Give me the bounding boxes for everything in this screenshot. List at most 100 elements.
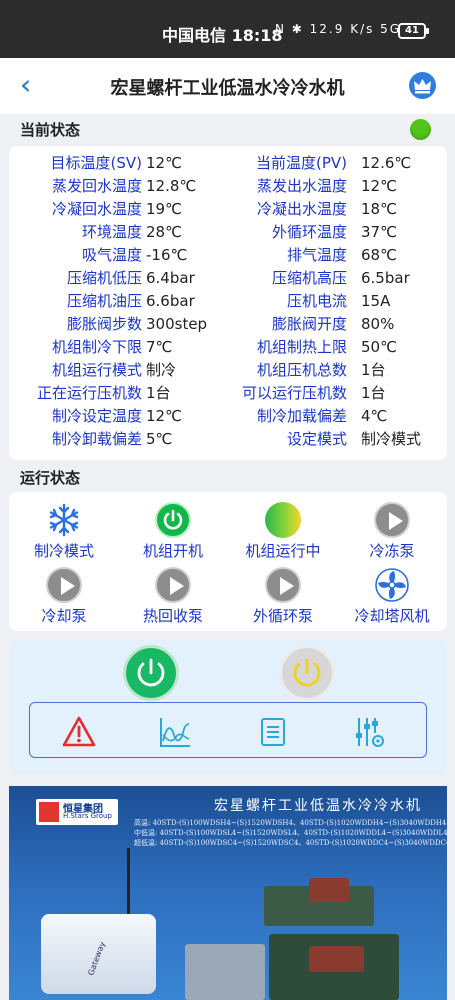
alarm-warning-icon[interactable] [62, 715, 96, 749]
power-on-button[interactable] [126, 648, 176, 698]
param-value: 12.8℃ [146, 177, 197, 195]
gateway-device-image: Gateway [41, 914, 156, 994]
param-value: 300step [146, 315, 208, 333]
param-row: 环境温度 28℃ 外循环温度 37℃ [9, 221, 447, 244]
run-status-card: 制冷模式 机组开机 机组运行中 冷冻泵 冷却泵 热回收泵 外循环泵 冷却塔风机 [9, 492, 447, 631]
online-status-indicator [410, 119, 431, 140]
pump-icon [265, 567, 301, 603]
param-label: 压机电流 [286, 292, 347, 310]
param-value: 50℃ [361, 338, 397, 356]
run-item-label: 机组运行中 [245, 542, 321, 560]
brand-logo-mark [39, 802, 59, 822]
run-item-label: 机组开机 [142, 542, 203, 560]
settings-sliders-icon[interactable] [352, 715, 386, 749]
param-label: 膨胀阀步数 [66, 315, 142, 333]
run-item-tower-fan: 冷却塔风机 [337, 567, 447, 626]
param-value: 7℃ [146, 338, 173, 356]
param-label: 机组制冷下限 [51, 338, 142, 356]
param-label: 制冷设定温度 [51, 407, 142, 425]
param-value: 制冷 [146, 361, 177, 379]
running-icon [265, 502, 301, 538]
param-value: 5℃ [146, 430, 173, 448]
chiller-unit-image [185, 944, 265, 1000]
system-status-bar: 中国电信 18:18 N ✱ 12.9 K/s 5G 41 [0, 0, 455, 58]
param-label: 机组压机总数 [256, 361, 347, 379]
param-label: 冷凝回水温度 [51, 200, 142, 218]
product-banner: 恒星集团 H.Stars Group 宏星螺杆工业低温水冷冷水机 高温: 40S… [9, 786, 447, 1000]
status-icons: N ✱ 12.9 K/s 5G [275, 22, 402, 36]
banner-title: 宏星螺杆工业低温水冷冷水机 [214, 798, 422, 814]
brand-logo: 恒星集团 H.Stars Group [36, 799, 118, 825]
run-item-label: 冷却泵 [41, 607, 87, 625]
param-value: 28℃ [146, 223, 182, 241]
document-list-icon[interactable] [256, 715, 290, 749]
param-label: 设定模式 [286, 430, 347, 448]
param-value: -16℃ [146, 246, 188, 264]
param-label: 压缩机油压 [66, 292, 142, 310]
param-label: 外循环温度 [271, 223, 347, 241]
battery-icon: 41 [398, 23, 429, 39]
power-off-button[interactable] [282, 648, 332, 698]
run-item-cooling-pump: 冷却泵 [9, 567, 119, 626]
param-row: 机组制冷下限 7℃ 机组制热上限 50℃ [9, 336, 447, 359]
run-item-chilled-pump: 冷冻泵 [337, 502, 447, 561]
param-row: 正在运行压机数 1台 可以运行压机数 1台 [9, 382, 447, 405]
param-row: 制冷设定温度 12℃ 制冷加载偏差 4℃ [9, 405, 447, 428]
chiller-compressor-image [309, 878, 349, 902]
crown-icon[interactable] [409, 72, 436, 99]
curve-chart-icon[interactable] [158, 715, 192, 749]
param-label: 排气温度 [286, 246, 347, 264]
param-label: 蒸发出水温度 [256, 177, 347, 195]
banner-spec-line: 中低温: 40STD-(S)100WDSL4~(S)1520WDSL4、40ST… [134, 829, 447, 837]
antenna-image [127, 848, 130, 918]
param-row: 膨胀阀步数 300step 膨胀阀开度 80% [9, 313, 447, 336]
param-value: 12℃ [146, 154, 182, 172]
pump-icon [155, 567, 191, 603]
param-value: 37℃ [361, 223, 397, 241]
run-item-unit-on: 机组开机 [118, 502, 228, 561]
param-label: 制冷卸载偏差 [51, 430, 142, 448]
chiller-compressor-image [309, 946, 364, 972]
control-panel [9, 640, 447, 774]
param-row: 压缩机低压 6.4bar 压缩机高压 6.5bar [9, 267, 447, 290]
param-row: 冷凝回水温度 19℃ 冷凝出水温度 18℃ [9, 198, 447, 221]
param-row: 蒸发回水温度 12.8℃ 蒸发出水温度 12℃ [9, 175, 447, 198]
parameter-card: 目标温度(SV) 12℃ 当前温度(PV) 12.6℃ 蒸发回水温度 12.8℃ 蒸发出水… [9, 146, 447, 460]
run-item-running: 机组运行中 [228, 502, 338, 561]
current-status-title: 当前状态 [20, 121, 81, 139]
param-value: 12℃ [146, 407, 182, 425]
param-label: 吸气温度 [81, 246, 142, 264]
param-value: 80% [361, 315, 395, 333]
param-value: 12℃ [361, 177, 397, 195]
param-row: 吸气温度 -16℃ 排气温度 68℃ [9, 244, 447, 267]
pump-icon [374, 502, 410, 538]
param-label: 压缩机低压 [66, 269, 142, 287]
param-value: 1台 [146, 384, 171, 402]
param-value: 制冷模式 [361, 430, 422, 448]
pump-icon [46, 567, 82, 603]
param-value: 6.5bar [361, 269, 410, 287]
param-row: 目标温度(SV) 12℃ 当前温度(PV) 12.6℃ [9, 152, 447, 175]
param-label: 目标温度(SV) [50, 154, 143, 172]
param-value: 12.6℃ [361, 154, 412, 172]
param-label: 环境温度 [81, 223, 142, 241]
nav-bar: ‹ 宏星螺杆工业低温水冷冷水机 [0, 58, 455, 114]
carrier-time: 中国电信 18:18 [162, 26, 283, 45]
param-label: 可以运行压机数 [241, 384, 347, 402]
run-item-label: 冷冻泵 [369, 542, 415, 560]
param-label: 冷凝出水温度 [256, 200, 347, 218]
param-label: 膨胀阀开度 [271, 315, 347, 333]
param-value: 18℃ [361, 200, 397, 218]
param-value: 1台 [361, 384, 386, 402]
run-item-label: 制冷模式 [33, 542, 94, 560]
run-item-heat-recovery-pump: 热回收泵 [118, 567, 228, 626]
param-value: 19℃ [146, 200, 182, 218]
run-item-external-pump: 外循环泵 [228, 567, 338, 626]
run-status-title: 运行状态 [20, 469, 81, 487]
run-item-cooling-mode: 制冷模式 [9, 502, 119, 561]
fan-icon [374, 567, 410, 603]
param-value: 15A [361, 292, 391, 310]
gateway-label: Gateway [86, 940, 107, 977]
brand-name-en: H.Stars Group [63, 812, 112, 820]
param-label: 机组运行模式 [51, 361, 142, 379]
